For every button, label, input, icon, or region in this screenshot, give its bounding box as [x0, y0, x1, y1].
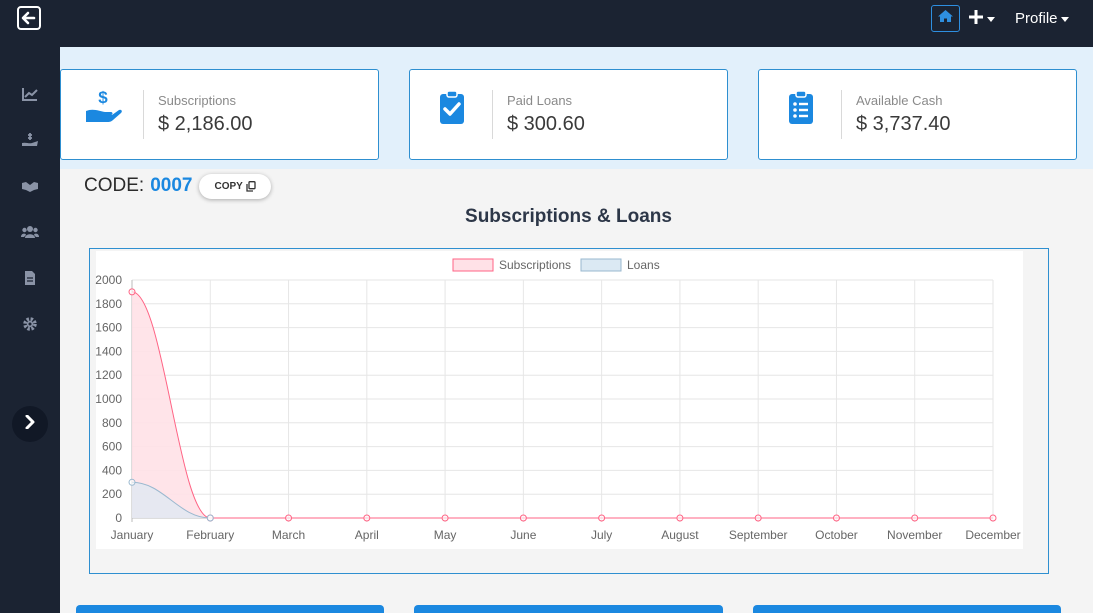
data-point: [598, 514, 606, 522]
data-point: [519, 514, 527, 522]
y-tick-label: 200: [102, 487, 122, 501]
code-value: 0007: [150, 175, 193, 196]
card-value: $ 300.60: [507, 113, 585, 135]
clipboard-check-icon: [428, 88, 476, 126]
legend-swatch: [580, 258, 622, 272]
x-tick-label: March: [272, 528, 305, 542]
bottom-action-button[interactable]: [753, 605, 1061, 613]
y-tick-label: 2000: [95, 273, 122, 287]
plus-icon: [968, 9, 984, 30]
x-tick-label: October: [815, 528, 858, 542]
profile-label: Profile: [1015, 10, 1058, 27]
data-point: [989, 514, 997, 522]
y-tick-label: 1400: [95, 344, 122, 358]
data-point: [754, 514, 762, 522]
x-tick-label: April: [355, 528, 379, 542]
data-point: [441, 514, 449, 522]
y-tick-label: 1600: [95, 321, 122, 335]
x-tick-label: August: [661, 528, 699, 542]
profile-dropdown[interactable]: Profile: [1015, 9, 1069, 29]
x-tick-label: January: [111, 528, 154, 542]
data-point: [285, 514, 293, 522]
chart-background: [96, 251, 1023, 549]
gear-icon[interactable]: [21, 316, 39, 332]
bottom-action-button[interactable]: [76, 605, 384, 613]
y-tick-label: 0: [115, 511, 122, 525]
data-point: [128, 478, 136, 486]
x-tick-label: December: [965, 528, 1020, 542]
data-point: [128, 288, 136, 296]
data-point: [206, 514, 214, 522]
handshake-icon[interactable]: [21, 178, 39, 194]
chevron-right-icon: [24, 414, 36, 434]
copy-button-label: COPY: [214, 180, 243, 192]
users-icon[interactable]: [21, 224, 39, 240]
card-label: Available Cash: [856, 93, 943, 108]
y-tick-label: 1800: [95, 297, 122, 311]
file-icon[interactable]: [21, 270, 39, 286]
y-tick-label: 600: [102, 440, 122, 454]
card-divider: [492, 90, 493, 139]
card-label: Subscriptions: [158, 93, 237, 108]
data-point: [832, 514, 840, 522]
subscriptions-loans-chart: 0 200 400 600 800 1000 1200 1400 1600 1800 2000 Jan…: [95, 251, 1023, 549]
available-cash-card: Available Cash $ 3,737.40: [758, 69, 1077, 160]
legend-label: Subscriptions: [499, 258, 571, 272]
add-menu-button[interactable]: [968, 9, 1002, 29]
home-icon: [937, 9, 954, 28]
y-tick-label: 1200: [95, 368, 122, 382]
caret-down-icon: [987, 16, 995, 22]
y-tick-label: 400: [102, 463, 122, 477]
back-arrow-icon[interactable]: [17, 6, 41, 30]
clipboard-list-icon: [777, 88, 825, 126]
bottom-action-button[interactable]: [414, 605, 723, 613]
code-label: CODE:: [84, 175, 145, 196]
subscriptions-card: $ Subscriptions $ 2,186.00: [60, 69, 379, 160]
x-tick-label: September: [729, 528, 788, 542]
y-tick-label: 800: [102, 416, 122, 430]
svg-text:$: $: [98, 89, 108, 107]
paid-loans-card: Paid Loans $ 300.60: [409, 69, 728, 160]
x-tick-label: July: [591, 528, 612, 542]
home-button[interactable]: [931, 5, 960, 32]
sidebar-expand-button[interactable]: [12, 406, 48, 442]
chart-line-icon[interactable]: [21, 86, 39, 102]
x-tick-label: May: [434, 528, 457, 542]
caret-down-icon: [1060, 16, 1069, 22]
top-navbar: Profile: [0, 0, 1093, 47]
x-tick-label: November: [887, 528, 942, 542]
data-point: [911, 514, 919, 522]
legend-label: Loans: [627, 258, 660, 272]
code-row: CODE: 0007 COPY: [84, 172, 271, 200]
data-point: [676, 514, 684, 522]
card-divider: [143, 90, 144, 139]
hand-holding-dollar-icon: $: [79, 88, 127, 126]
chart-title: Subscriptions & Loans: [465, 206, 672, 227]
copy-button[interactable]: COPY: [199, 173, 271, 199]
x-tick-label: February: [186, 528, 234, 542]
copy-icon: [246, 180, 256, 192]
card-label: Paid Loans: [507, 93, 573, 108]
hand-dollar-icon[interactable]: [21, 132, 39, 148]
legend-swatch: [452, 258, 494, 272]
x-tick-label: June: [510, 528, 536, 542]
y-tick-label: 1000: [95, 392, 122, 406]
card-value: $ 3,737.40: [856, 113, 951, 135]
data-point: [363, 514, 371, 522]
card-divider: [841, 90, 842, 139]
sidebar: [0, 47, 60, 613]
card-value: $ 2,186.00: [158, 113, 253, 135]
